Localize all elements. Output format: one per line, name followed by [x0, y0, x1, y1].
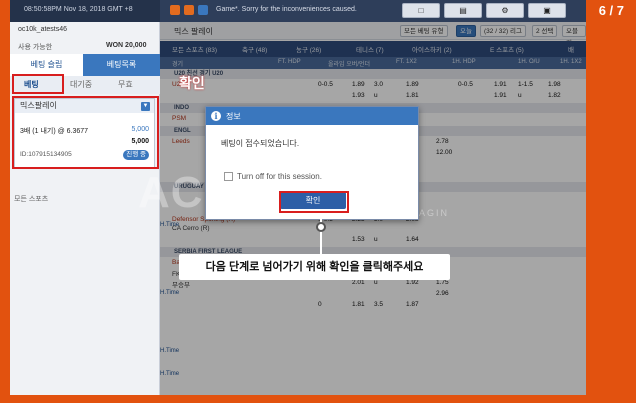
balance-value: WON 20,000	[106, 42, 147, 49]
dialog-header: i 정보	[206, 107, 418, 125]
notice-ticker: Game*. Sorry for the inconveniences caus…	[216, 6, 357, 13]
clock-text: 08:50:58PM Nov 18, 2018 GMT +8	[24, 6, 133, 13]
info-icon[interactable]	[198, 5, 208, 15]
info-icon: i	[211, 111, 221, 121]
highlight-bet-card	[12, 96, 159, 169]
slip-tabs: 베팅 슬립 베팅목록	[10, 54, 160, 76]
play-icon[interactable]	[184, 5, 194, 15]
subtab-void[interactable]: 무효	[118, 78, 133, 92]
toolbar-button-2[interactable]: ▤	[444, 3, 482, 18]
confirm-annotation: 확인	[179, 75, 205, 91]
settings-button[interactable]: ⚙	[486, 3, 524, 18]
subtab-pending[interactable]: 대기중	[70, 78, 92, 92]
sidebar-item-all-sports[interactable]: 모든 스포츠	[14, 194, 48, 204]
top-bar: 08:50:58PM Nov 18, 2018 GMT +8 Game*. So…	[10, 0, 586, 22]
dialog-title: 정보	[226, 112, 241, 121]
username: oc10k_atests46	[18, 26, 68, 33]
balance-label: 사용 가능한	[18, 44, 53, 51]
dialog-message: 베팅이 접수되었습니다.	[221, 139, 300, 148]
session-checkbox-label[interactable]: Turn off for this session.	[237, 172, 322, 181]
balance-row: 사용 가능한 WON 20,000	[18, 42, 146, 52]
pointer-dot	[316, 222, 326, 232]
toolbar-button-1[interactable]: □	[402, 3, 440, 18]
instruction-callout: 다음 단계로 넘어가기 위해 확인을 클릭해주세요	[179, 254, 450, 280]
highlight-bets-tab	[12, 74, 64, 94]
highlight-ok-button	[279, 191, 349, 213]
toolbar-button-4[interactable]: ▣	[528, 3, 566, 18]
home-icon[interactable]	[170, 5, 180, 15]
tab-bet-slip[interactable]: 베팅 슬립	[10, 54, 83, 76]
session-checkbox[interactable]	[224, 172, 233, 181]
tab-bet-list[interactable]: 베팅목록	[83, 54, 160, 76]
page-counter: 6 / 7	[598, 3, 624, 18]
app-frame: 08:50:58PM Nov 18, 2018 GMT +8 Game*. So…	[10, 0, 586, 395]
